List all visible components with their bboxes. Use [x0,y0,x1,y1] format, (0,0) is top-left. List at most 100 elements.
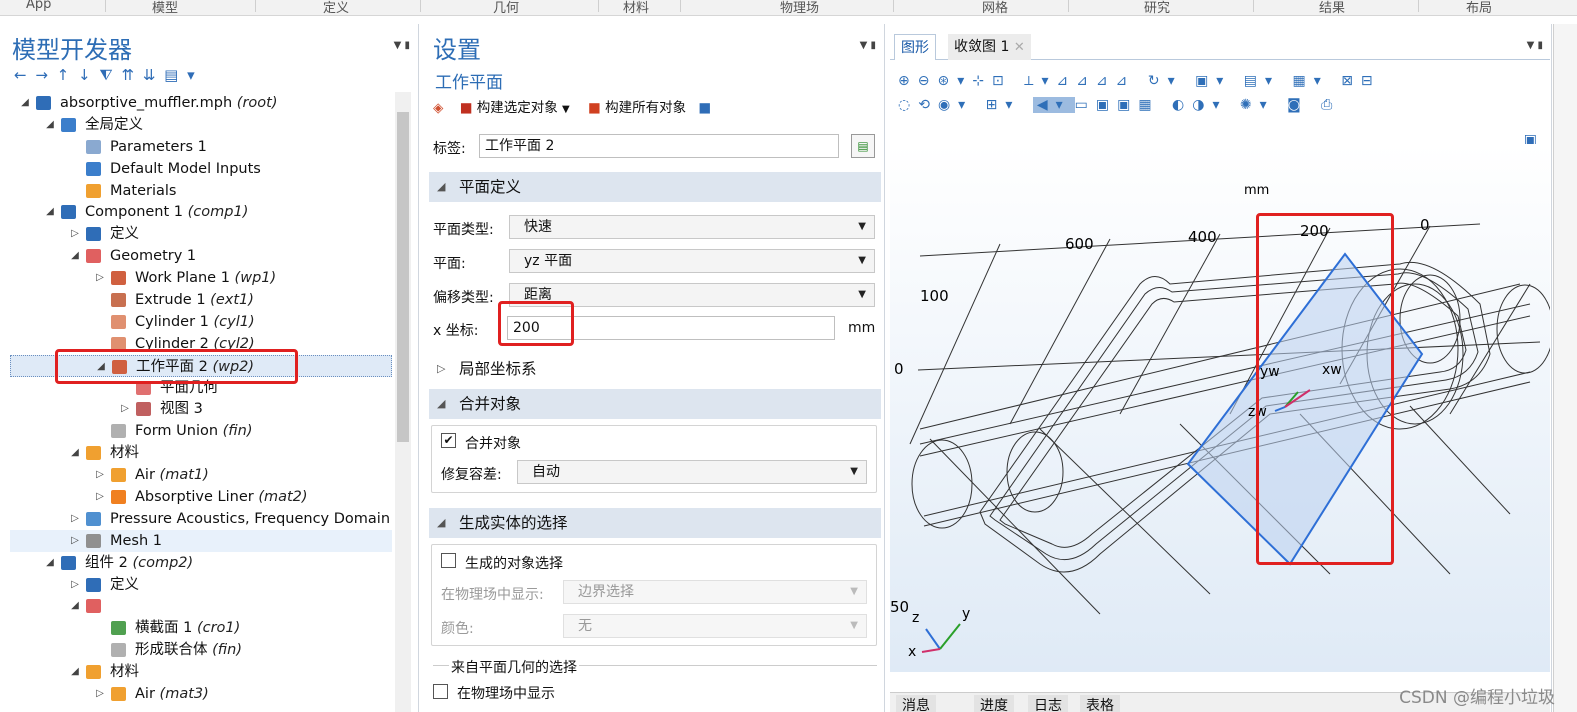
ribbon-tab-mesh[interactable]: 网格 [982,0,1008,16]
ribbon-tab-physics[interactable]: 物理场 [780,0,819,16]
acoustics-icon [86,511,101,526]
model-builder-toolbar[interactable]: ← → ↑ ↓ ⧨ ⇈ ⇊ ▤ ▾ [14,66,197,84]
tree-item[interactable]: ▷ Mesh 1 [10,529,392,552]
tree-item[interactable]: Parameters 1 [10,136,392,158]
geometry-view[interactable]: yw xw zw mm 600 400 200 0 100 0 50 z y x [890,144,1554,672]
close-icon[interactable]: ✕ [1014,40,1025,55]
tree-item[interactable]: Extrude 1 (ext1) [10,289,392,311]
triad-x: x [908,644,916,660]
component-2d-icon [61,555,76,570]
collapse-toggle-icon[interactable]: ◢ [70,661,80,683]
graphics-toolbar-row2[interactable]: ◌⟲◉▾ ⊞▾ ◀▾ ▭▣▣▦ ◐◑▾ ✺▾ ◙ ⎙ [898,97,1340,113]
tree-item[interactable]: ▷ 定义 [10,223,392,245]
tick-600: 600 [1065,235,1094,253]
tree-item[interactable]: ◢ 材料 [10,661,392,683]
scene-light-button[interactable]: ◀▾ [1032,97,1075,113]
scrollbar-thumb[interactable] [397,112,409,442]
build-selected-button[interactable]: 构建选定对象 [477,100,558,116]
tab-log[interactable]: 日志 [1028,695,1068,712]
tab-graphics[interactable]: 图形 [894,34,936,60]
tree-item[interactable]: ▷ 定义 [10,574,392,596]
ribbon-tab-layout[interactable]: 布局 [1466,0,1492,16]
tree-item[interactable]: ▷ Work Plane 1 (wp1) [10,267,392,289]
ribbon-tab-definitions[interactable]: 定义 [323,0,349,16]
panel-pin-icon[interactable]: ▼ ▮ [1527,40,1543,51]
tab-convergence-plot[interactable]: 收敛图 1 ✕ [948,34,1031,60]
expand-toggle-icon[interactable]: ▷ [95,267,105,289]
collapse-toggle-icon[interactable]: ◢ [45,201,55,223]
ribbon-tab-geometry[interactable]: 几何 [493,0,519,16]
tree-item[interactable]: ◢ absorptive_muffler.mph (root) [10,92,392,114]
tree-item[interactable]: ◢ [10,595,392,617]
build-dropdown-icon[interactable]: ▼ [562,104,570,115]
section-union[interactable]: ◢ 合并对象 [429,389,881,419]
expand-toggle-icon[interactable]: ▷ [95,486,105,508]
tree-item[interactable]: ◢ Component 1 (comp1) [10,201,392,223]
tree-item[interactable]: Cylinder 1 (cyl1) [10,311,392,333]
materials-icon [86,665,101,680]
collapse-toggle-icon[interactable]: ◢ [45,114,55,136]
tree-item[interactable]: ◢ 全局定义 [10,114,392,136]
ribbon-tab-app[interactable]: App [26,0,51,12]
build-all-button[interactable]: 构建所有对象 [605,100,686,116]
ribbon-tab-model[interactable]: 模型 [152,0,178,16]
build-preceding-icon[interactable]: ◈ [433,100,443,116]
cylinder-icon [111,314,126,329]
tree-item[interactable]: ◢ 组件 2 (comp2) [10,552,392,574]
comment-icon[interactable]: ▤ [851,134,875,158]
section-local-coordinate-system[interactable]: ▷ 局部坐标系 [429,354,881,384]
expand-toggle-icon[interactable]: ▷ [95,683,105,705]
ribbon-tab-materials[interactable]: 材料 [623,0,649,16]
color-select[interactable]: 无 [563,614,867,638]
panel-pin-icon[interactable]: ▼ ▮ [394,40,410,51]
tree-item[interactable]: ▷ Absorptive Liner (mat2) [10,486,392,508]
panel-pin-icon[interactable]: ▼ ▮ [860,40,876,51]
ribbon-tab-results[interactable]: 结果 [1319,0,1345,16]
expand-toggle-icon[interactable]: ▷ [70,508,80,530]
collapse-toggle-icon[interactable]: ◢ [70,595,80,617]
tree-item-tag: (wp1) [234,270,277,287]
tree-item[interactable]: Materials [10,180,392,202]
show-in-physics-checkbox[interactable] [433,684,448,699]
right-side-panel[interactable] [1553,24,1577,712]
tree-item[interactable]: Form Union (fin) [10,420,392,442]
expand-toggle-icon[interactable]: ▷ [120,398,130,420]
tab-table[interactable]: 表格 [1080,695,1120,712]
tab-messages[interactable]: 消息 [896,695,936,712]
tree-item[interactable]: ▷ Air (mat3) [10,683,392,705]
tree-item[interactable]: Default Model Inputs [10,158,392,180]
expand-toggle-icon[interactable]: ▷ [70,574,80,596]
collapse-toggle-icon[interactable]: ◢ [70,245,80,267]
tree-item-label: Mesh 1 [110,532,163,549]
plane-select[interactable]: yz 平面 [509,249,875,273]
tree-item[interactable]: ◢ 材料 [10,442,392,464]
show-in-physics-select[interactable]: 边界选择 [563,580,867,604]
tree-item[interactable]: ▷ 视图 3 [10,398,392,420]
tab-progress[interactable]: 进度 [974,695,1014,712]
tree-item[interactable]: 形成联合体 (fin) [10,639,392,661]
graphics-canvas[interactable]: yw xw zw mm 600 400 200 0 100 0 50 z y x [890,144,1554,672]
expand-toggle-icon[interactable]: ▷ [70,530,80,552]
repair-tolerance-caption: 修复容差: [441,467,502,483]
tree-item[interactable]: ◢ Geometry 1 [10,245,392,267]
tree-scrollbar[interactable] [395,92,411,712]
collapse-toggle-icon[interactable]: ◢ [45,552,55,574]
section-resulting-selections[interactable]: ◢ 生成实体的选择 [429,508,881,538]
union-checkbox[interactable]: ✔ [441,433,456,448]
plane-type-select[interactable]: 快速 [509,215,875,239]
tree-item[interactable]: ▷ Pressure Acoustics, Frequency Domain [10,508,392,530]
tree-item-label: 定义 [110,226,139,243]
collapse-toggle-icon[interactable]: ◢ [70,442,80,464]
build-extra-icon[interactable]: ■ [698,100,711,116]
graphics-toolbar-row1[interactable]: ⊕⊖⊛▾⊹⊡ ⟂▾⊿⊿⊿⊿ ↻▾ ▣▾ ▤▾ ▦▾ ⊠⊟ [898,73,1381,89]
repair-tolerance-select[interactable]: 自动 [517,460,867,484]
tree-item[interactable]: ▷ Air (mat1) [10,464,392,486]
tree-item[interactable]: 横截面 1 (cro1) [10,617,392,639]
section-plane-definition[interactable]: ◢ 平面定义 [429,172,881,202]
create-selection-checkbox[interactable] [441,553,456,568]
ribbon-tab-study[interactable]: 研究 [1144,0,1170,16]
expand-toggle-icon[interactable]: ▷ [95,464,105,486]
collapse-toggle-icon[interactable]: ◢ [20,92,30,114]
expand-toggle-icon[interactable]: ▷ [70,223,80,245]
label-field[interactable]: 工作平面 2 [479,134,839,158]
